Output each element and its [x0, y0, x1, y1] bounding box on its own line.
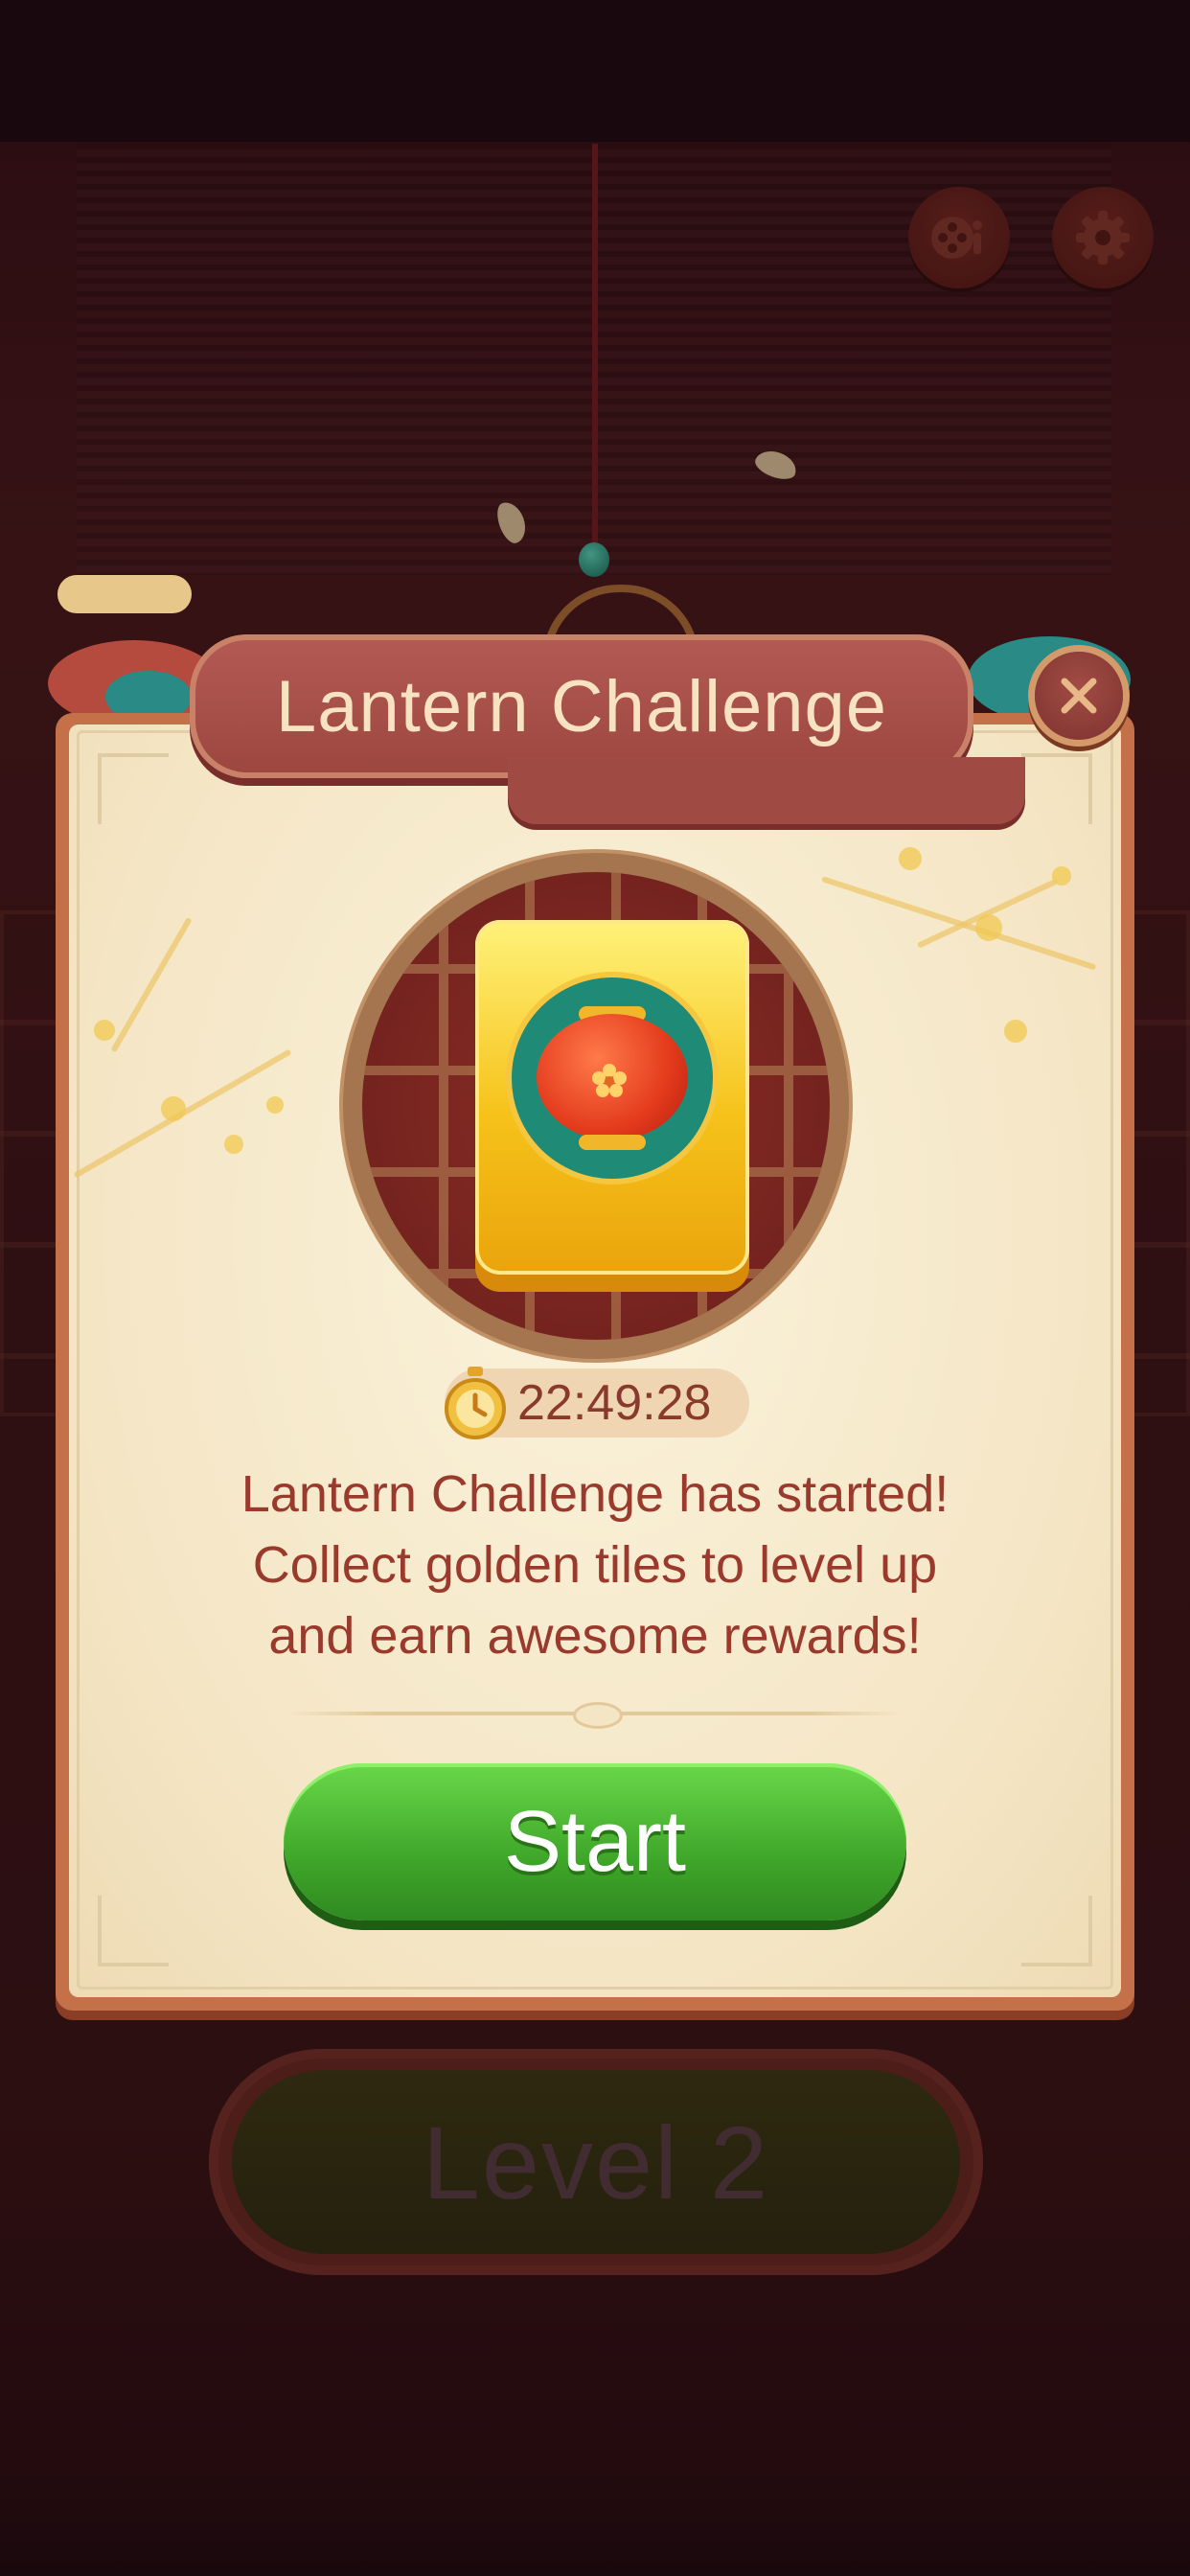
plum-blossom [94, 1020, 115, 1041]
stopwatch-icon [445, 1367, 506, 1439]
start-button[interactable]: Start [284, 1763, 906, 1920]
medallion-window [362, 872, 830, 1340]
plum-blossom [1052, 866, 1071, 886]
frame-corner [98, 1896, 169, 1966]
description-line: and earn awesome rewards! [268, 1607, 922, 1665]
flower-icon [592, 1064, 627, 1097]
close-button[interactable] [1035, 652, 1123, 740]
plum-blossom [1004, 1020, 1027, 1043]
reward-medallion [343, 853, 849, 1359]
decor-gold-cloud [57, 575, 192, 613]
golden-tile [475, 920, 749, 1275]
close-icon [1061, 678, 1097, 714]
lantern-bottom-cap [579, 1135, 646, 1150]
plum-blossom [161, 1096, 186, 1121]
challenge-description: Lantern Challenge has started! Collect g… [115, 1459, 1075, 1671]
banner-ribbon-tail [508, 757, 1025, 824]
plum-blossom [224, 1135, 243, 1154]
frame-corner [1021, 1896, 1092, 1966]
frame-corner [1021, 753, 1092, 824]
plum-blossom [975, 914, 1002, 941]
plum-blossom [899, 847, 922, 870]
challenge-timer: 22:49:28 [445, 1367, 749, 1439]
description-line: Collect golden tiles to level up [252, 1536, 938, 1594]
start-label: Start [503, 1793, 687, 1890]
plum-blossom [266, 1096, 284, 1114]
game-screen: Level 2 Lantern Challenge 22:49:28 Lante… [0, 0, 1190, 2576]
lantern-tile-icon [512, 978, 713, 1179]
divider-ornament [573, 1702, 623, 1729]
frame-corner [98, 753, 169, 824]
description-line: Lantern Challenge has started! [240, 1465, 950, 1523]
timer-value: 22:49:28 [517, 1375, 712, 1431]
